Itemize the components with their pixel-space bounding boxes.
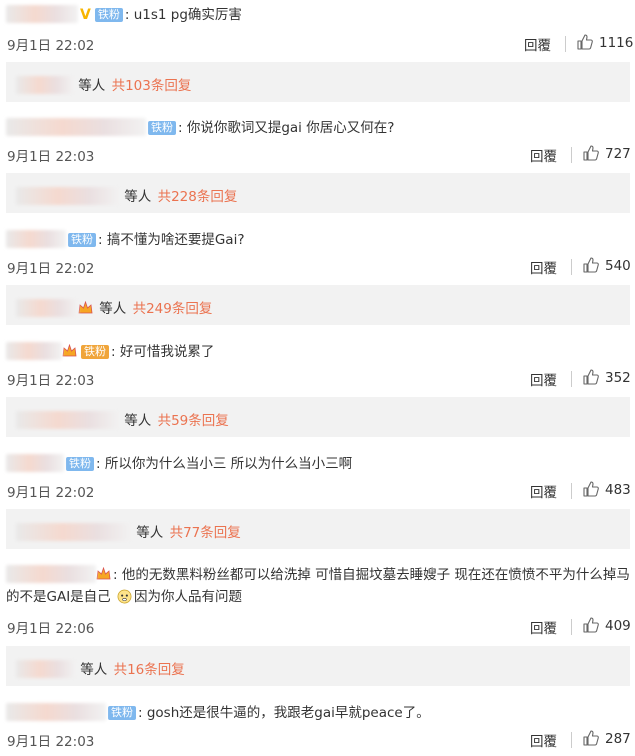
comment-text-2: 因为你人品有问题	[133, 589, 242, 605]
comment-text: 搞不懂为啥还要提Gai?	[106, 232, 245, 248]
like-count: 540	[605, 258, 631, 274]
thumbs-up-icon	[583, 145, 599, 161]
like-count: 287	[605, 731, 631, 747]
thumbs-up-icon	[583, 369, 599, 385]
fan-badge: 铁粉	[81, 345, 109, 359]
divider	[571, 619, 572, 635]
replier-blurred	[16, 187, 120, 205]
like-count: 727	[605, 146, 631, 162]
reply-button[interactable]: 回覆	[530, 369, 557, 389]
reply-suffix: 等人	[136, 525, 164, 541]
username-blurred[interactable]	[6, 118, 146, 136]
comment-date: 9月1日 22:06	[7, 621, 95, 637]
reply-count-link[interactable]: 共249条回复	[133, 301, 213, 317]
fan-badge: 铁粉	[148, 121, 176, 135]
reply-suffix: 等人	[124, 413, 152, 429]
comment-text-line: 铁粉: 好可惜我说累了	[6, 341, 214, 363]
username-blurred[interactable]	[6, 342, 62, 360]
reply-button[interactable]: 回覆	[530, 617, 557, 637]
replier-blurred	[16, 411, 120, 429]
like-button[interactable]: 409	[583, 617, 631, 634]
reply-summary-box: 等人 共103条回复	[6, 62, 630, 102]
reply-summary-box: 等人 共59条回复	[6, 397, 630, 437]
thumbs-up-icon	[583, 481, 599, 497]
replier-blurred	[16, 299, 78, 317]
username-blurred[interactable]	[6, 230, 66, 248]
divider	[565, 36, 566, 52]
thumbs-up-icon	[583, 730, 599, 746]
reply-count-link[interactable]: 共59条回复	[158, 413, 229, 429]
crown-badge-icon	[96, 567, 111, 580]
like-button[interactable]: 727	[583, 145, 631, 162]
crown-badge-icon	[78, 301, 93, 314]
comment-text-line: 铁粉: 搞不懂为啥还要提Gai?	[6, 229, 245, 251]
comment-text: gosh还是很牛逼的，我跟老gai早就peace了。	[146, 705, 430, 721]
like-button[interactable]: 540	[583, 257, 631, 274]
comment-text-line: 铁粉: 你说你歌词又提gai 你居心又何在?	[6, 117, 394, 139]
comment-date: 9月1日 22:02	[7, 38, 95, 54]
crown-badge-icon	[62, 344, 77, 357]
reply-button[interactable]: 回覆	[530, 145, 557, 165]
awkward-face-emoji-icon	[117, 589, 132, 604]
like-count: 483	[605, 482, 631, 498]
comment-text: u1s1 pg确实厉害	[133, 7, 242, 23]
comment-date: 9月1日 22:03	[7, 373, 95, 389]
comment-text: 所以你为什么当小三 所以为什么当小三啊	[104, 456, 353, 472]
comment-text-line: : 他的无数黑料粉丝都可以给洗掉 可惜自掘坟墓去睡嫂子 现在还在愤愤不平为什么掉…	[6, 565, 630, 605]
divider	[571, 483, 572, 499]
like-button[interactable]: 1116	[577, 34, 633, 51]
fan-badge: 铁粉	[94, 8, 123, 22]
comment-text-line: V 铁粉: u1s1 pg确实厉害	[6, 4, 242, 26]
divider	[571, 259, 572, 275]
comment-date: 9月1日 22:02	[7, 485, 95, 501]
username-blurred[interactable]	[6, 565, 96, 583]
divider	[571, 371, 572, 387]
reply-summary-box: 等人 共249条回复	[6, 285, 630, 325]
username-blurred[interactable]	[6, 454, 64, 472]
comment-text: 好可惜我说累了	[119, 344, 215, 360]
comment-text: 你说你歌词又提gai 你居心又何在?	[186, 120, 395, 136]
divider	[571, 732, 572, 748]
like-button[interactable]: 483	[583, 481, 631, 498]
username-blurred[interactable]	[6, 5, 78, 23]
fan-badge: 铁粉	[108, 706, 136, 720]
reply-count-link[interactable]: 共77条回复	[170, 525, 241, 541]
divider	[571, 147, 572, 163]
like-button[interactable]: 352	[583, 369, 631, 386]
replier-blurred	[16, 660, 76, 678]
reply-button[interactable]: 回覆	[530, 257, 557, 277]
reply-suffix: 等人	[99, 301, 127, 317]
like-button[interactable]: 287	[583, 730, 631, 747]
reply-summary-box: 等人 共16条回复	[6, 646, 630, 686]
like-count: 409	[605, 618, 631, 634]
fan-badge: 铁粉	[68, 233, 96, 247]
comment-text-line: 铁粉: gosh还是很牛逼的，我跟老gai早就peace了。	[6, 702, 430, 724]
thumbs-up-icon	[577, 34, 593, 50]
comment-date: 9月1日 22:03	[7, 734, 95, 750]
comment-date: 9月1日 22:02	[7, 261, 95, 277]
reply-button[interactable]: 回覆	[524, 34, 551, 54]
replier-blurred	[16, 76, 74, 94]
comment-date: 9月1日 22:03	[7, 149, 95, 165]
reply-count-link[interactable]: 共103条回复	[112, 78, 192, 94]
comment-text-line: 铁粉: 所以你为什么当小三 所以为什么当小三啊	[6, 453, 352, 475]
reply-button[interactable]: 回覆	[530, 481, 557, 501]
reply-count-link[interactable]: 共228条回复	[158, 189, 238, 205]
replier-blurred	[16, 523, 132, 541]
thumbs-up-icon	[583, 617, 599, 633]
reply-summary-box: 等人 共228条回复	[6, 173, 630, 213]
reply-button[interactable]: 回覆	[530, 730, 557, 750]
reply-suffix: 等人	[78, 78, 106, 94]
fan-badge: 铁粉	[66, 457, 94, 471]
reply-summary-box: 等人 共77条回复	[6, 509, 630, 549]
like-count: 1116	[599, 35, 634, 51]
reply-count-link[interactable]: 共16条回复	[114, 662, 185, 678]
reply-suffix: 等人	[124, 189, 152, 205]
like-count: 352	[605, 370, 631, 386]
thumbs-up-icon	[583, 257, 599, 273]
username-blurred[interactable]	[6, 703, 106, 721]
verified-v-icon: V	[80, 7, 91, 23]
reply-suffix: 等人	[80, 662, 108, 678]
